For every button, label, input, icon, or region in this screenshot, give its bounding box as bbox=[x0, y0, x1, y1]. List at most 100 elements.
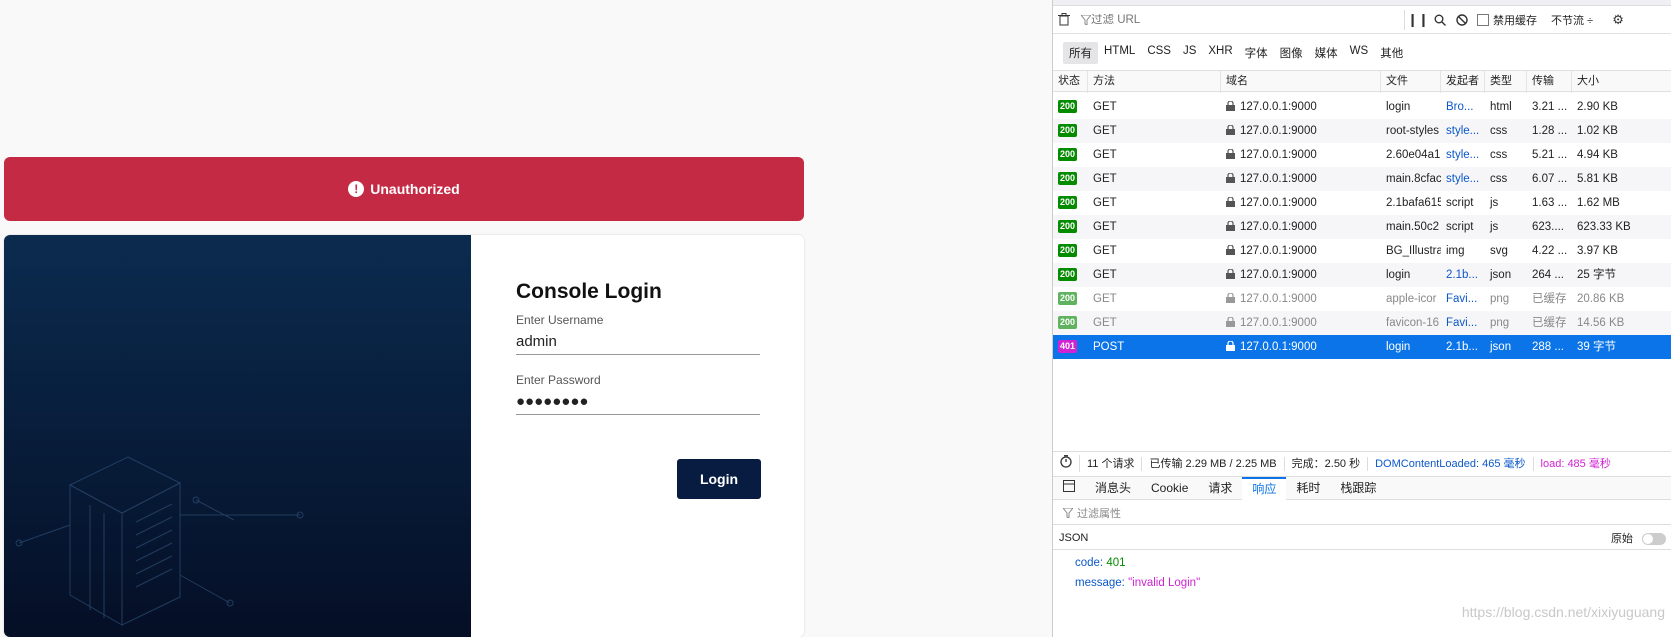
table-row[interactable]: 200 GET 127.0.0.1:9000 main.8cfac style... cs… bbox=[1053, 167, 1671, 191]
table-row[interactable]: 200 GET 127.0.0.1:9000 root-styles style... c… bbox=[1053, 119, 1671, 143]
detail-tab[interactable]: 栈跟踪 bbox=[1330, 477, 1386, 500]
status-cell: 200 bbox=[1053, 311, 1088, 335]
filter-icon bbox=[1063, 507, 1073, 518]
property-filter-placeholder: 过滤属性 bbox=[1077, 507, 1121, 520]
detail-tab[interactable]: 请求 bbox=[1198, 477, 1242, 500]
domain-text: 127.0.0.1:9000 bbox=[1240, 149, 1317, 161]
raw-toggle[interactable]: 原始 bbox=[1611, 530, 1666, 546]
type-filter-button[interactable]: 字体 bbox=[1239, 42, 1274, 64]
domain-cell: 127.0.0.1:9000 bbox=[1221, 191, 1381, 215]
transferred-cell: 623.... bbox=[1532, 221, 1564, 233]
domain-cell: 127.0.0.1:9000 bbox=[1221, 119, 1381, 143]
column-header[interactable]: 方法 bbox=[1088, 71, 1221, 93]
domain-cell: 127.0.0.1:9000 bbox=[1221, 335, 1381, 359]
file-cell: root-styles bbox=[1386, 125, 1440, 137]
status-badge: 200 bbox=[1058, 196, 1078, 210]
type-filter-button[interactable]: HTML bbox=[1098, 42, 1141, 64]
lock-icon bbox=[1226, 341, 1235, 351]
username-input[interactable] bbox=[516, 329, 760, 355]
lock-icon bbox=[1226, 125, 1235, 135]
lock-icon bbox=[1226, 101, 1235, 111]
size-cell: 623.33 KB bbox=[1577, 221, 1631, 233]
type-filter-button[interactable]: JS bbox=[1177, 42, 1202, 64]
method-cell: GET bbox=[1093, 245, 1117, 257]
initiator-cell: img bbox=[1446, 245, 1465, 257]
search-icon[interactable] bbox=[1429, 9, 1451, 31]
domain-cell: 127.0.0.1:9000 bbox=[1221, 143, 1381, 167]
json-property[interactable]: message: "invalid Login" bbox=[1075, 573, 1671, 593]
status-cell: 200 bbox=[1053, 143, 1088, 167]
type-filter-button[interactable]: 其他 bbox=[1374, 42, 1409, 64]
json-property[interactable]: code: 401 bbox=[1075, 553, 1671, 573]
disable-cache-checkbox[interactable]: 禁用缓存 bbox=[1477, 12, 1537, 28]
initiator-cell: Favi... bbox=[1446, 317, 1478, 329]
json-label: JSON bbox=[1059, 531, 1089, 544]
watermark: https://blog.csdn.net/xixiyuguang bbox=[1461, 604, 1665, 620]
url-filter-input[interactable] bbox=[1091, 13, 1391, 26]
column-header[interactable]: 类型 bbox=[1485, 71, 1527, 93]
column-header[interactable]: 文件 bbox=[1381, 71, 1441, 93]
size-cell: 14.56 KB bbox=[1577, 317, 1625, 329]
summary-load: load: 485 毫秒 bbox=[1540, 457, 1611, 470]
summary-bar: 11 个请求 已传输 2.29 MB / 2.25 MB 完成：2.50 秒 D… bbox=[1053, 451, 1671, 475]
detail-tab[interactable]: 响应 bbox=[1242, 476, 1287, 500]
table-row[interactable]: 200 GET 127.0.0.1:9000 apple-icor Favi... png… bbox=[1053, 287, 1671, 311]
summary-transferred: 已传输 2.29 MB / 2.25 MB bbox=[1142, 456, 1285, 471]
column-header[interactable]: 传输 bbox=[1527, 71, 1572, 93]
status-cell: 200 bbox=[1053, 95, 1088, 119]
type-filter-button[interactable]: CSS bbox=[1141, 42, 1177, 64]
password-input[interactable] bbox=[516, 389, 760, 415]
domain-cell: 127.0.0.1:9000 bbox=[1221, 287, 1381, 311]
pause-icon[interactable]: ❙❙ bbox=[1407, 9, 1429, 31]
file-cell: login bbox=[1386, 269, 1411, 281]
table-row[interactable]: 200 GET 127.0.0.1:9000 2.60e04a1 style... css… bbox=[1053, 143, 1671, 167]
table-row[interactable]: 200 GET 127.0.0.1:9000 favicon-16 Favi... png… bbox=[1053, 311, 1671, 335]
type-cell: html bbox=[1490, 101, 1512, 113]
type-filter-button[interactable]: 所有 bbox=[1063, 42, 1098, 64]
size-cell: 3.97 KB bbox=[1577, 245, 1618, 257]
initiator-cell: Favi... bbox=[1446, 293, 1478, 305]
table-row[interactable]: 200 GET 127.0.0.1:9000 login 2.1b... json 264 … bbox=[1053, 263, 1671, 287]
panel-toggle-icon[interactable] bbox=[1053, 477, 1085, 500]
table-row[interactable]: 200 GET 127.0.0.1:9000 login Bro... html 3.21 … bbox=[1053, 95, 1671, 119]
size-cell: 1.62 MB bbox=[1577, 197, 1620, 209]
column-header[interactable]: 发起者 bbox=[1441, 71, 1485, 93]
lock-icon bbox=[1226, 293, 1235, 303]
detail-tab[interactable]: Cookie bbox=[1141, 477, 1198, 500]
table-row[interactable]: 200 GET 127.0.0.1:9000 2.1bafa615 script js 1.… bbox=[1053, 191, 1671, 215]
url-filter[interactable] bbox=[1075, 9, 1405, 30]
throttle-select[interactable]: 不节流 ÷ bbox=[1551, 12, 1593, 28]
property-filter[interactable]: 过滤属性 bbox=[1053, 501, 1671, 525]
status-badge: 200 bbox=[1058, 268, 1078, 282]
type-filter-button[interactable]: XHR bbox=[1202, 42, 1238, 64]
type-filter-button[interactable]: WS bbox=[1344, 42, 1375, 64]
server-illustration bbox=[15, 456, 304, 626]
transferred-cell: 1.63 ... bbox=[1532, 197, 1568, 209]
table-row[interactable]: 401 POST 127.0.0.1:9000 login 2.1b... json 288… bbox=[1053, 335, 1671, 359]
domain-text: 127.0.0.1:9000 bbox=[1240, 245, 1317, 257]
table-row[interactable]: 200 GET 127.0.0.1:9000 main.50c2 script js 623… bbox=[1053, 215, 1671, 239]
table-row[interactable]: 200 GET 127.0.0.1:9000 BG_Illustra img svg 4.2… bbox=[1053, 239, 1671, 263]
type-filter-button[interactable]: 媒体 bbox=[1309, 42, 1344, 64]
gear-icon[interactable]: ⚙ bbox=[1607, 9, 1629, 31]
toggle-switch[interactable] bbox=[1642, 532, 1666, 545]
status-cell: 200 bbox=[1053, 263, 1088, 287]
timer-icon bbox=[1053, 455, 1080, 472]
column-header[interactable]: 状态 bbox=[1053, 71, 1088, 93]
app-page: ! Unauthorized Console Login Enter Usern… bbox=[0, 0, 1053, 637]
block-icon[interactable] bbox=[1451, 9, 1473, 31]
password-label: Enter Password bbox=[516, 373, 601, 387]
file-cell: 2.60e04a1 bbox=[1386, 149, 1441, 161]
detail-tab[interactable]: 耗时 bbox=[1286, 477, 1330, 500]
method-cell: GET bbox=[1093, 125, 1117, 137]
column-header[interactable]: 大小 bbox=[1572, 71, 1671, 93]
type-filter-button[interactable]: 图像 bbox=[1274, 42, 1309, 64]
checkbox-box[interactable] bbox=[1477, 13, 1489, 26]
trash-icon[interactable] bbox=[1053, 9, 1075, 31]
domain-cell: 127.0.0.1:9000 bbox=[1221, 167, 1381, 191]
type-cell: png bbox=[1490, 293, 1510, 305]
detail-tab[interactable]: 消息头 bbox=[1085, 477, 1141, 500]
login-button[interactable]: Login bbox=[677, 459, 761, 499]
type-filters: 所有 HTML CSS JS XHR 字体 图像 媒体 WS 其他 bbox=[1063, 42, 1409, 64]
column-header[interactable]: 域名 bbox=[1221, 71, 1381, 93]
